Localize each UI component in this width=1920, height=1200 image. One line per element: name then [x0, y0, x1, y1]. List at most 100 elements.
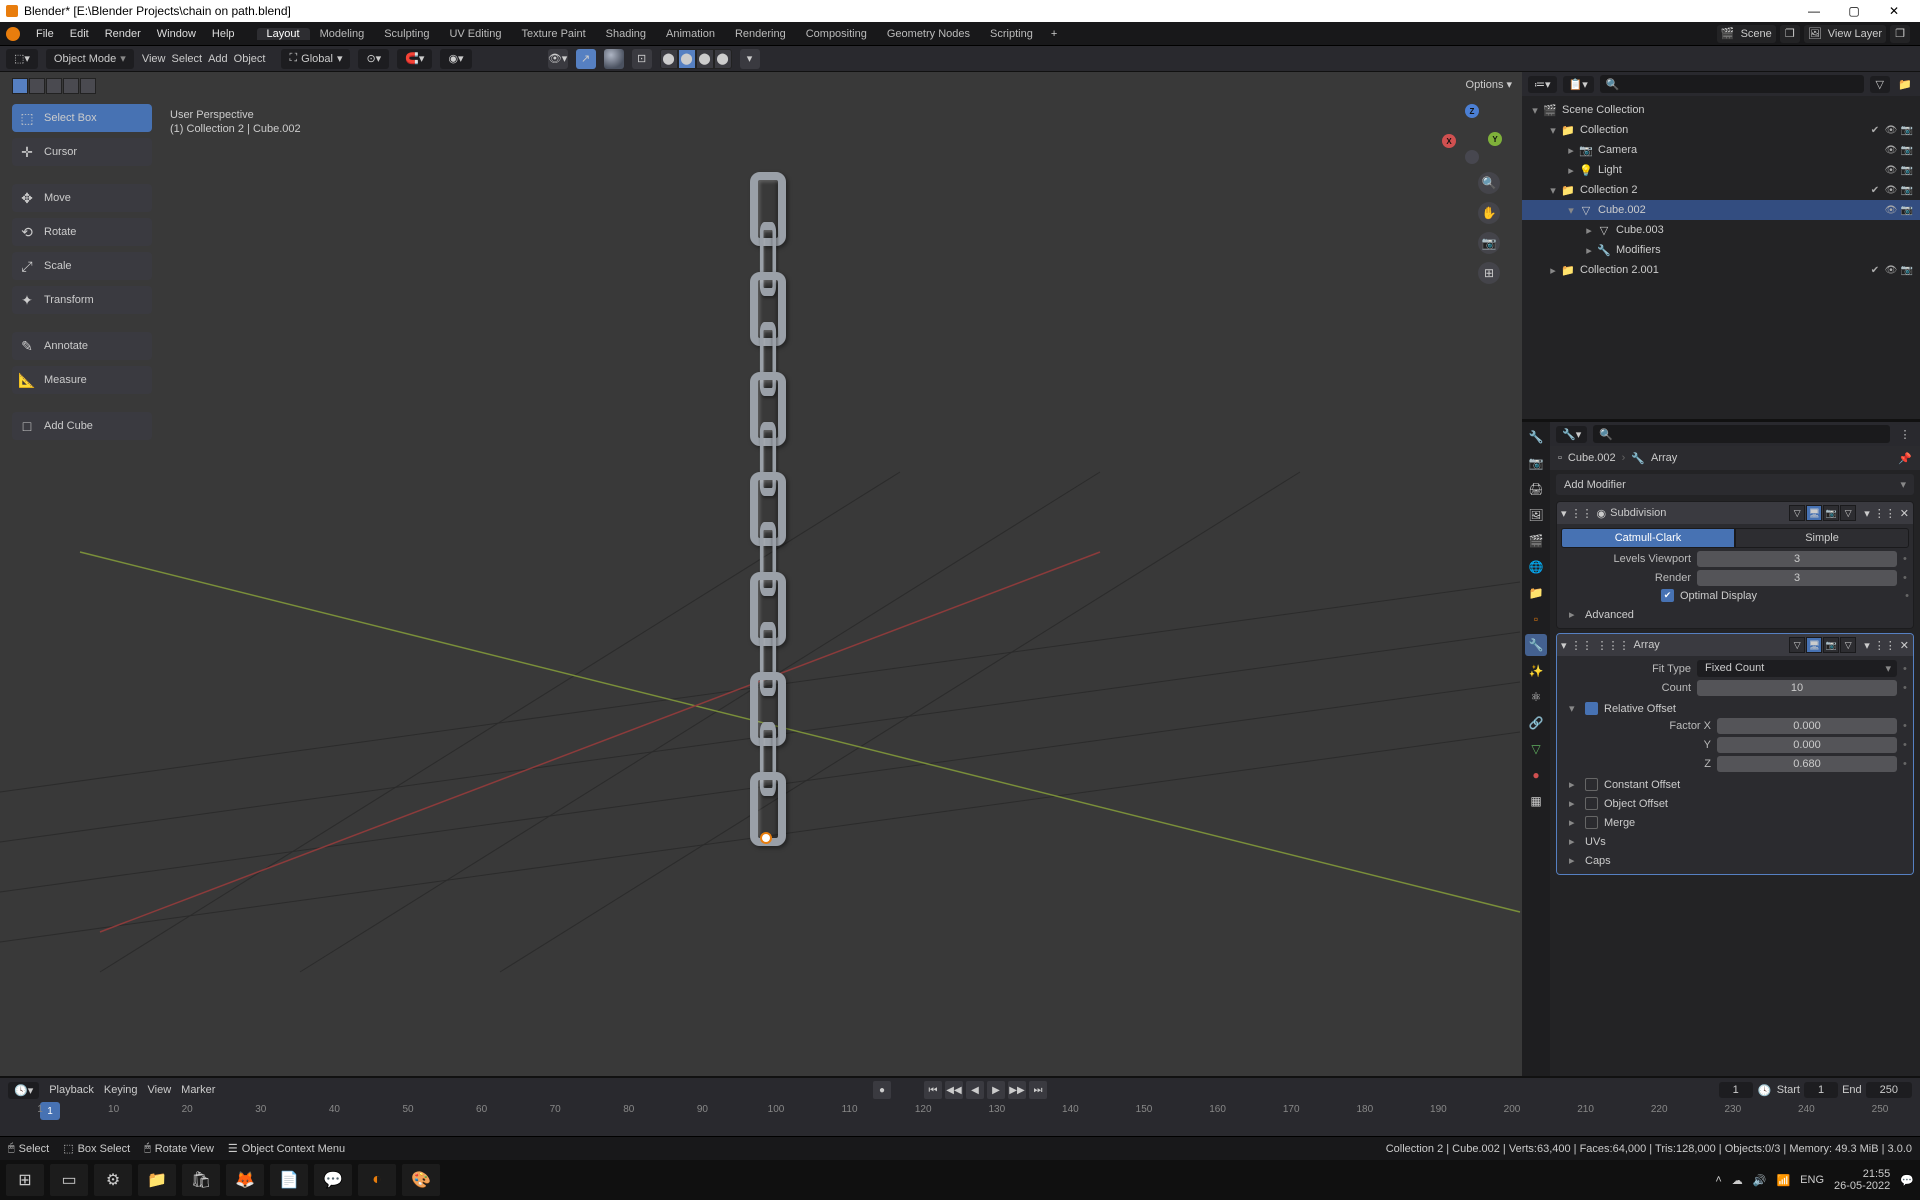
xray-toggle[interactable]: ⊡: [632, 49, 652, 69]
tool-add-cube[interactable]: □Add Cube: [12, 412, 152, 440]
workspace-rendering[interactable]: Rendering: [725, 28, 796, 40]
prev-key[interactable]: ◀◀: [945, 1081, 963, 1099]
workspace-compositing[interactable]: Compositing: [796, 28, 877, 40]
visibility-toggle[interactable]: 👁: [1884, 183, 1898, 197]
settings-app[interactable]: ⚙: [94, 1164, 132, 1196]
fit-value[interactable]: Fixed Count▾: [1697, 660, 1897, 677]
explorer-app[interactable]: 📁: [138, 1164, 176, 1196]
viewlayer-selector[interactable]: 🖼View Layer: [1804, 25, 1886, 43]
workspace-animation[interactable]: Animation: [656, 28, 725, 40]
expand-icon[interactable]: ▸: [1564, 144, 1578, 157]
editor-type-dropdown[interactable]: ⬚▾: [6, 49, 38, 69]
minimize-button[interactable]: —: [1794, 0, 1834, 22]
constant-offset-toggle[interactable]: ▸Constant Offset: [1561, 775, 1909, 794]
timeline-view[interactable]: View: [148, 1084, 172, 1096]
workspace-shading[interactable]: Shading: [596, 28, 656, 40]
fx-value[interactable]: 0.000: [1717, 718, 1897, 734]
timeline-editor-type[interactable]: 🕓▾: [8, 1082, 39, 1099]
visibility-toggle[interactable]: 👁: [1884, 123, 1898, 137]
expand-icon[interactable]: ▾: [1546, 124, 1560, 137]
outliner-row[interactable]: ▸ 📁 Collection 2.001 ✔👁📷: [1522, 260, 1920, 280]
tool-scale[interactable]: ⤢Scale: [12, 252, 152, 280]
select-mode-tweak[interactable]: [12, 78, 28, 94]
tool-cursor[interactable]: ✛Cursor: [12, 138, 152, 166]
expand-icon[interactable]: ▾: [1528, 104, 1542, 117]
tab-object[interactable]: ▫: [1525, 608, 1547, 630]
tab-modifiers[interactable]: 🔧: [1525, 634, 1547, 656]
optimal-checkbox[interactable]: ✔: [1661, 589, 1674, 602]
start-button[interactable]: ⊞: [6, 1164, 44, 1196]
mod-extra[interactable]: ⋮⋮: [1874, 507, 1896, 520]
outliner-row[interactable]: ▸ ▽ Cube.003: [1522, 220, 1920, 240]
visibility-toggle[interactable]: 👁: [1884, 263, 1898, 277]
new-viewlayer-button[interactable]: ❐: [1890, 25, 1910, 43]
outliner-row[interactable]: ▸ 📷 Camera 👁📷: [1522, 140, 1920, 160]
visibility-toggle[interactable]: ✔: [1868, 263, 1882, 277]
tool-rotate[interactable]: ⟲Rotate: [12, 218, 152, 246]
blender-logo-icon[interactable]: [6, 27, 20, 41]
select-mode-box[interactable]: [29, 78, 45, 94]
uvs-toggle[interactable]: ▸UVs: [1561, 832, 1909, 851]
workspace-modeling[interactable]: Modeling: [310, 28, 375, 40]
workspace-scripting[interactable]: Scripting: [980, 28, 1043, 40]
outliner-row[interactable]: ▾ 📁 Collection ✔👁📷: [1522, 120, 1920, 140]
store-app[interactable]: 🛍: [182, 1164, 220, 1196]
relative-offset-toggle[interactable]: ▾Relative Offset: [1561, 699, 1909, 718]
visibility-toggle[interactable]: 📷: [1900, 123, 1914, 137]
outliner-tree[interactable]: ▾ 🎬 Scene Collection ▾ 📁 Collection ✔👁📷▸…: [1522, 96, 1920, 419]
new-collection-button[interactable]: 📁: [1896, 78, 1914, 91]
outliner-row[interactable]: ▸ 🔧 Modifiers: [1522, 240, 1920, 260]
jump-start[interactable]: ⏮: [924, 1081, 942, 1099]
mod-extra[interactable]: ⋮⋮: [1874, 639, 1896, 652]
props-editor-type[interactable]: 🔧▾: [1556, 426, 1587, 443]
pivot-dropdown[interactable]: ⊙▾: [358, 49, 389, 69]
visibility-toggle[interactable]: 📷: [1900, 263, 1914, 277]
tool-measure[interactable]: 📐Measure: [12, 366, 152, 394]
expand-icon[interactable]: ▸: [1564, 164, 1578, 177]
gizmo-toggle[interactable]: ↗: [576, 49, 596, 69]
objoff-checkbox[interactable]: [1585, 797, 1598, 810]
shading-options[interactable]: ▾: [740, 49, 760, 69]
snap-toggle[interactable]: 🧲▾: [397, 49, 432, 69]
timeline-marker[interactable]: Marker: [181, 1084, 215, 1096]
add-modifier-dropdown[interactable]: Add Modifier▾: [1556, 474, 1914, 495]
proportional-toggle[interactable]: ◉▾: [440, 49, 471, 69]
workspace-geonodes[interactable]: Geometry Nodes: [877, 28, 980, 40]
outliner-row[interactable]: ▸ 💡 Light 👁📷: [1522, 160, 1920, 180]
tray-chevron-icon[interactable]: ˄: [1715, 1174, 1721, 1186]
select-mode-lasso[interactable]: [63, 78, 79, 94]
tab-constraints[interactable]: 🔗: [1525, 712, 1547, 734]
system-tray[interactable]: ˄ ☁ 🔊 📶 ENG 21:55 26-05-2022 💬: [1715, 1168, 1914, 1192]
timeline-playback[interactable]: Playback: [49, 1084, 94, 1096]
mod-realtime[interactable]: 🖥: [1806, 637, 1822, 653]
tab-world[interactable]: 🌐: [1525, 556, 1547, 578]
timeline-track[interactable]: 1 11020304050607080901001101201301401501…: [0, 1102, 1920, 1136]
header-object[interactable]: Object: [234, 53, 266, 65]
shading-wireframe[interactable]: ⬤: [660, 49, 678, 69]
header-add[interactable]: Add: [208, 53, 228, 65]
menu-file[interactable]: File: [28, 28, 62, 40]
props-search[interactable]: 🔍: [1593, 425, 1890, 443]
expand-icon[interactable]: ▸: [1582, 244, 1596, 257]
mod-menu[interactable]: ▾: [1864, 507, 1870, 520]
new-scene-button[interactable]: ❐: [1780, 25, 1800, 43]
outliner-display[interactable]: 📋▾: [1563, 76, 1594, 93]
tool-annotate[interactable]: ✎Annotate: [12, 332, 152, 360]
subsurf-advanced[interactable]: ▸Advanced: [1561, 605, 1909, 624]
perspective-icon[interactable]: ⊞: [1478, 262, 1500, 284]
object-offset-toggle[interactable]: ▸Object Offset: [1561, 794, 1909, 813]
tab-output[interactable]: 🖨: [1525, 478, 1547, 500]
merge-checkbox[interactable]: [1585, 816, 1598, 829]
tab-viewlayer[interactable]: 🖼: [1525, 504, 1547, 526]
tab-render[interactable]: 📷: [1525, 452, 1547, 474]
tray-wifi-icon[interactable]: 📶: [1776, 1174, 1790, 1187]
visibility-toggle[interactable]: 📷: [1900, 203, 1914, 217]
start-frame[interactable]: 1: [1804, 1082, 1838, 1098]
pin-icon[interactable]: 📌: [1898, 452, 1912, 465]
header-select[interactable]: Select: [171, 53, 202, 65]
tray-lang[interactable]: ENG: [1800, 1174, 1824, 1186]
play-rev[interactable]: ◀: [966, 1081, 984, 1099]
expand-icon[interactable]: ▾: [1561, 507, 1567, 520]
expand-icon[interactable]: ▸: [1546, 264, 1560, 277]
orbit-gizmo[interactable]: Z X Y: [1442, 104, 1502, 164]
